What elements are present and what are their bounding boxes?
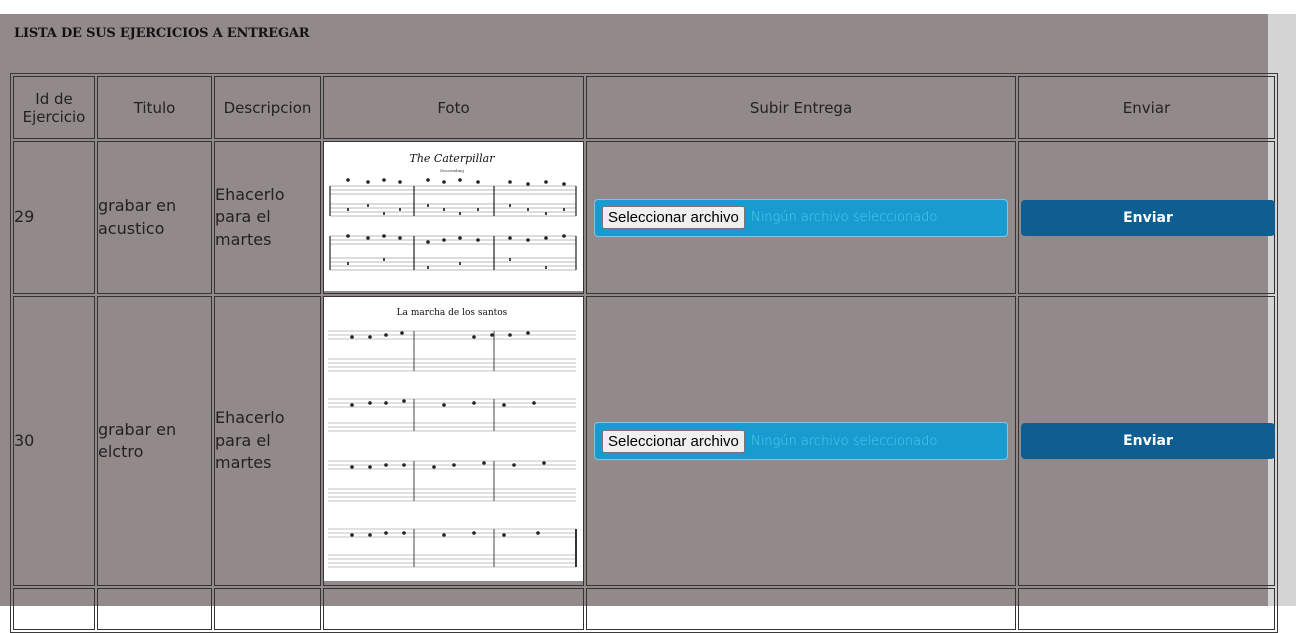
- col-header-foto: Foto: [323, 76, 584, 139]
- table-row: 29 grabar en acustico Ehacerlo para el m…: [13, 141, 1275, 294]
- cell-foto: The Caterpillar Descending: [323, 141, 584, 294]
- cell-upload: Seleccionar archivo Ningún archivo selec…: [586, 296, 1016, 586]
- col-header-id: Id de Ejercicio: [13, 76, 95, 139]
- col-header-subir: Subir Entrega: [586, 76, 1016, 139]
- send-button[interactable]: Enviar: [1021, 423, 1275, 459]
- cell-titulo: grabar en elctro: [97, 296, 212, 586]
- cell-id: 29: [13, 141, 95, 294]
- cell-upload: Seleccionar archivo Ningún archivo selec…: [586, 141, 1016, 294]
- send-button[interactable]: Enviar: [1021, 199, 1275, 236]
- bar-lines: [413, 331, 577, 567]
- col-header-enviar: Enviar: [1018, 76, 1275, 139]
- cell-upload: [586, 588, 1016, 630]
- table-row: 30 grabar en elctro Ehacerlo para el mar…: [13, 296, 1275, 586]
- file-status-text: Ningún archivo seleccionado: [750, 210, 938, 225]
- cell-send: Enviar: [1018, 296, 1275, 586]
- cell-descripcion: Ehacerlo para el martes: [214, 296, 321, 586]
- bar-lines: [329, 186, 577, 270]
- exercises-table: Id de Ejercicio Titulo Descripcion Foto …: [10, 73, 1278, 633]
- cell-descripcion: [214, 588, 321, 630]
- col-header-descripcion: Descripcion: [214, 76, 321, 139]
- cell-titulo: [97, 588, 212, 630]
- cell-send: [1018, 588, 1275, 630]
- select-file-button[interactable]: Seleccionar archivo: [602, 429, 745, 453]
- staff-lines: [330, 185, 576, 271]
- file-input[interactable]: Seleccionar archivo Ningún archivo selec…: [594, 198, 1008, 237]
- sheet-music-image: La marcha de los santos: [324, 297, 583, 581]
- notes: [350, 331, 546, 537]
- table-row: [13, 588, 1275, 630]
- cell-send: Enviar: [1018, 141, 1275, 294]
- file-status-text: Ningún archivo seleccionado: [750, 433, 938, 449]
- select-file-button[interactable]: Seleccionar archivo: [602, 206, 745, 229]
- tab-marks: [347, 204, 565, 269]
- cell-foto: La marcha de los santos: [323, 296, 584, 586]
- page-heading: LISTA DE SUS EJERCICIOS A ENTREGAR: [14, 26, 310, 41]
- cell-id: [13, 588, 95, 630]
- sheet-music-drawing: The Caterpillar Descending: [329, 152, 577, 271]
- cell-foto: [323, 588, 584, 630]
- sheet-music-drawing: La marcha de los santos: [328, 308, 577, 568]
- sheet-subtitle: Descending: [440, 168, 464, 173]
- sheet-title: The Caterpillar: [409, 152, 495, 165]
- sheet-title: La marcha de los santos: [397, 308, 508, 318]
- table-header-row: Id de Ejercicio Titulo Descripcion Foto …: [13, 76, 1275, 139]
- cell-id: 30: [13, 296, 95, 586]
- col-header-titulo: Titulo: [97, 76, 212, 139]
- sheet-music-image: The Caterpillar Descending: [324, 142, 583, 291]
- cell-titulo: grabar en acustico: [97, 141, 212, 294]
- cell-descripcion: Ehacerlo para el martes: [214, 141, 321, 294]
- notes: [346, 178, 566, 244]
- file-input[interactable]: Seleccionar archivo Ningún archivo selec…: [594, 422, 1008, 460]
